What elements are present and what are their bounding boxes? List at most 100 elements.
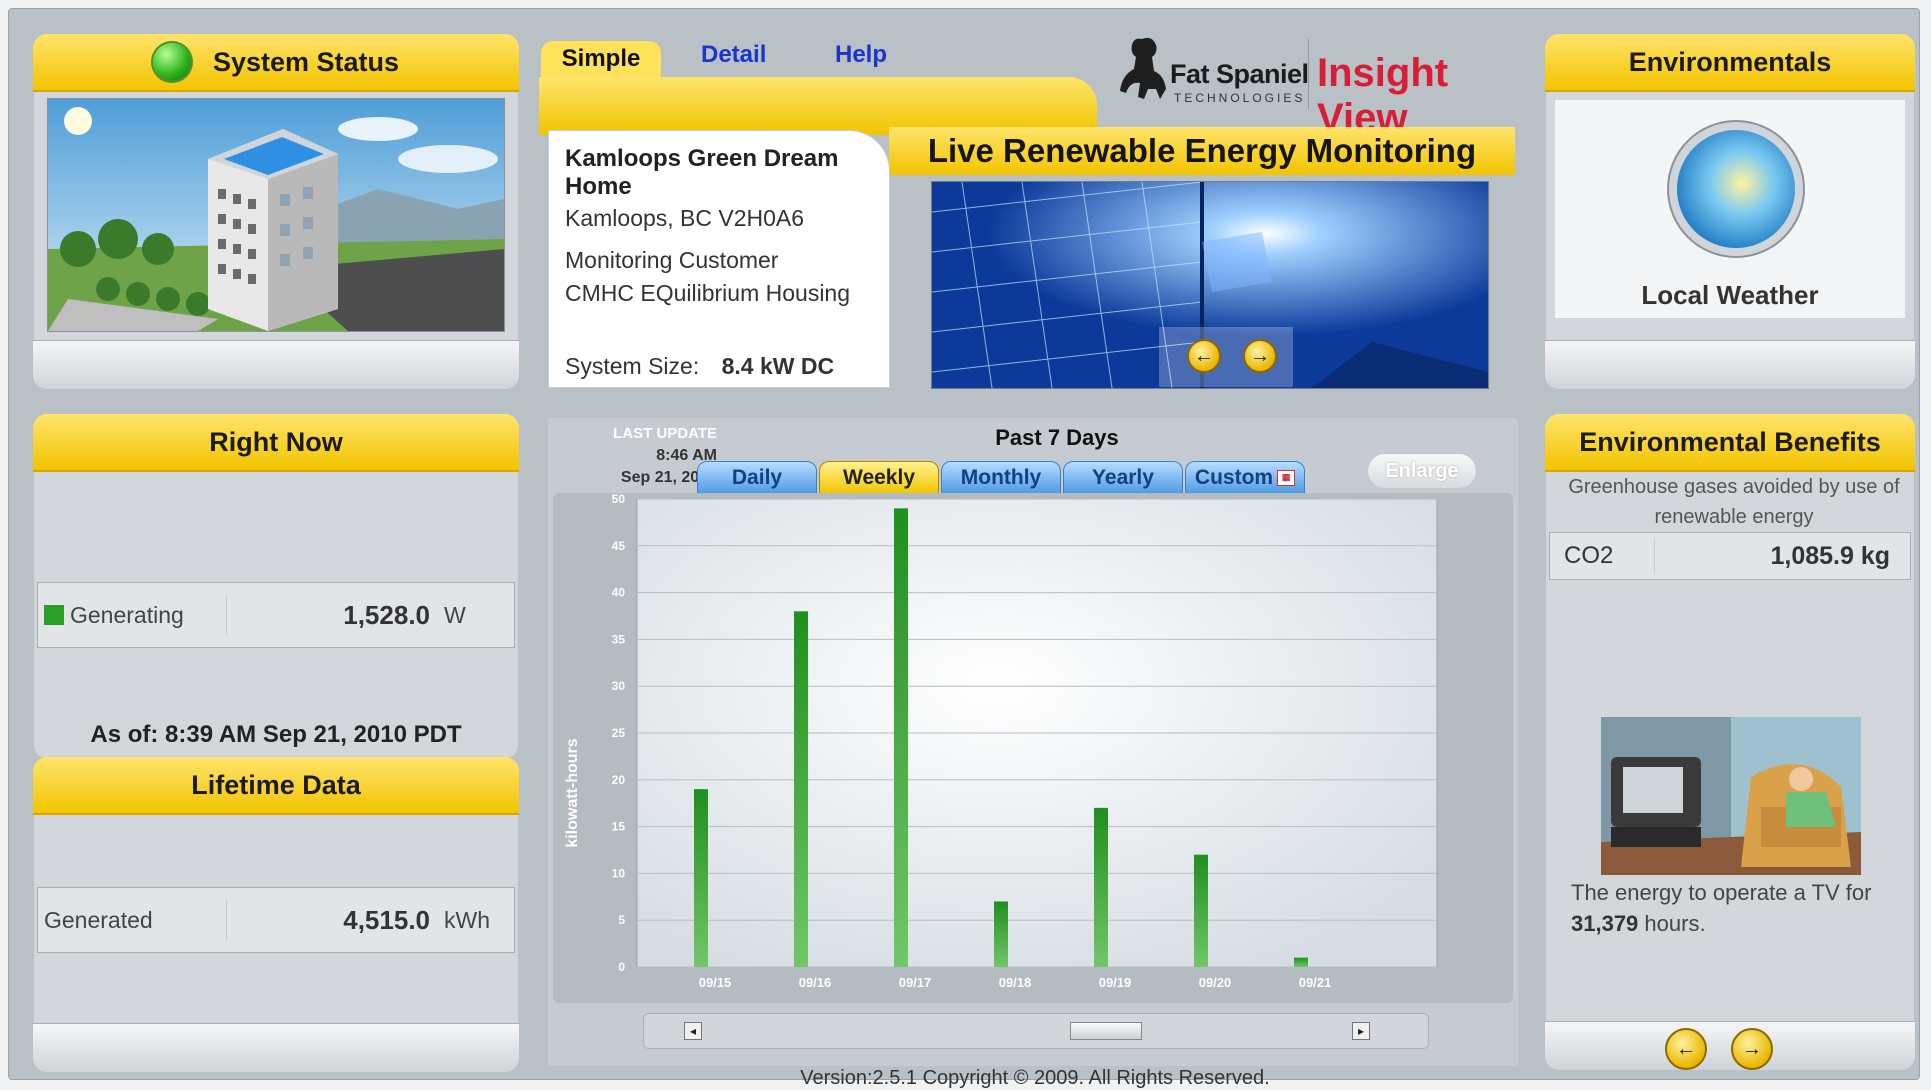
last-update-time: 8:46 AM — [656, 447, 717, 464]
tv-text-post: hours. — [1644, 911, 1706, 936]
benefits-description: Greenhouse gases avoided by use of renew… — [1568, 476, 1900, 528]
tagline-bar: Live Renewable Energy Monitoring — [889, 127, 1515, 175]
calendar-icon: ▦ — [1277, 470, 1296, 486]
bar — [694, 789, 708, 967]
benefits-next-button[interactable]: → — [1731, 1028, 1773, 1070]
generated-label: Generated — [38, 900, 227, 940]
environmentals-panel: Environmentals Local Weather — [1545, 34, 1915, 389]
system-status-footer — [33, 340, 519, 389]
arrow-left-icon: ← — [1676, 1037, 1696, 1060]
system-status-header: System Status — [33, 34, 519, 92]
x-tick-label: 09/16 — [799, 975, 832, 990]
image-next-button[interactable]: → — [1243, 339, 1277, 373]
image-nav: ← → — [1159, 327, 1293, 387]
tv-illustration — [1601, 717, 1861, 875]
x-tick-label: 09/18 — [999, 975, 1032, 990]
generating-row: Generating 1,528.0 W — [37, 582, 515, 648]
generating-legend-swatch — [44, 605, 64, 625]
benefits-prev-button[interactable]: ← — [1665, 1028, 1707, 1070]
chart-tab-weekly[interactable]: Weekly — [819, 461, 939, 495]
y-tick-label: 35 — [612, 632, 626, 646]
generating-value: 1,528.0 — [343, 599, 430, 630]
generating-label: Generating — [70, 601, 184, 628]
tv-hours: 31,379 — [1571, 911, 1639, 936]
y-tick-label: 0 — [618, 960, 625, 974]
generated-row: Generated 4,515.0 kWh — [37, 887, 515, 953]
generating-label-cell: Generating — [38, 595, 227, 635]
energy-chart-panel: LAST UPDATE 8:46 AM Sep 21, 2010 Past 7 … — [547, 417, 1519, 1067]
image-prev-button[interactable]: ← — [1187, 339, 1221, 373]
chart-frame: 0 5 10 15 20 25 30 35 40 45 50 09/15 09/16 09/17 09/1… — [553, 493, 1513, 1003]
chart-tab-yearly[interactable]: Yearly — [1063, 461, 1183, 495]
arrow-right-icon: → — [1742, 1037, 1762, 1060]
version-footer: Version:2.5.1 Copyright © 2009. All Righ… — [800, 1067, 1270, 1089]
scroll-left-button[interactable]: ◂ — [684, 1022, 702, 1040]
environmentals-footer — [1545, 340, 1915, 389]
chart-tab-daily[interactable]: Daily — [697, 461, 817, 495]
y-axis-label: kilowatt-hours — [564, 738, 581, 847]
chart-tab-custom[interactable]: Custom ▦ — [1185, 461, 1305, 495]
tab-detail[interactable]: Detail — [701, 41, 766, 69]
bar — [994, 901, 1008, 967]
lifetime-data-panel: Lifetime Data Generated 4,515.0 kWh — [33, 757, 519, 1072]
main-tabs: Simple Detail Help — [539, 39, 1099, 79]
local-weather-label: Local Weather — [1641, 280, 1819, 310]
local-weather-widget[interactable]: Local Weather — [1555, 100, 1905, 318]
bar — [1194, 854, 1208, 967]
bar — [1094, 807, 1108, 967]
as-of-timestamp: As of: 8:39 AM Sep 21, 2010 PDT — [90, 721, 462, 748]
status-ok-icon — [152, 43, 191, 81]
brand-logo: Fat Spaniel TECHNOLOGIES Insight View — [1112, 29, 1532, 140]
y-tick-label: 25 — [612, 726, 626, 740]
environmentals-title: Environmentals — [1628, 46, 1832, 77]
scroll-right-button[interactable]: ▸ — [1352, 1022, 1370, 1040]
tagline: Live Renewable Energy Monitoring — [927, 132, 1477, 169]
y-tick-label: 40 — [612, 586, 626, 600]
bar — [894, 508, 908, 967]
site-info-card: Kamloops Green Dream Home Kamloops, BC V… — [549, 131, 889, 387]
chart-tab-monthly[interactable]: Monthly — [941, 461, 1061, 495]
y-tick-label: 30 — [612, 679, 626, 693]
chart-scrollbar[interactable]: ◂ ▸ — [643, 1013, 1429, 1049]
benefits-title: Environmental Benefits — [1579, 426, 1881, 457]
weather-globe-icon — [1677, 130, 1795, 248]
spaniel-dog-icon — [1120, 37, 1166, 99]
system-size-label: System Size: — [565, 353, 700, 379]
system-size-value: 8.4 kW DC — [721, 353, 835, 379]
scroll-left-icon: ◂ — [689, 1024, 697, 1038]
x-tick-label: 09/19 — [1099, 975, 1132, 990]
logo-divider — [1308, 39, 1309, 109]
arrow-left-icon: ← — [1194, 344, 1214, 367]
co2-label: CO2 — [1550, 539, 1655, 573]
lifetime-footer — [33, 1023, 519, 1072]
generated-value: 4,515.0 — [343, 904, 430, 935]
co2-row: CO2 1,085.9 kg — [1549, 532, 1911, 580]
site-name: Kamloops Green Dream Home — [565, 145, 839, 200]
environmental-benefits-panel: Environmental Benefits Greenhouse gases … — [1545, 414, 1915, 1070]
tv-equivalent-text: The energy to operate a TV for 31,379 ho… — [1571, 877, 1891, 939]
right-now-title: Right Now — [209, 426, 343, 457]
bar-chart: 0 5 10 15 20 25 30 35 40 45 50 09/15 09/16 09/17 09/1… — [564, 493, 1438, 990]
right-now-panel: Right Now Generating 1,528.0 W As of: 8:… — [33, 414, 519, 759]
right-now-header: Right Now — [33, 414, 519, 472]
x-tick-label: 09/20 — [1199, 975, 1232, 990]
y-tick-label: 45 — [612, 539, 626, 553]
y-tick-label: 15 — [612, 820, 626, 834]
customer-label: Monitoring Customer — [565, 247, 779, 273]
scroll-thumb[interactable] — [1070, 1022, 1142, 1040]
benefits-footer: ← → — [1545, 1021, 1915, 1070]
chart-tab-custom-label: Custom — [1194, 466, 1274, 489]
tv-text-pre: The energy to operate a TV for — [1571, 880, 1872, 905]
last-update-label: LAST UPDATE — [613, 425, 717, 442]
enlarge-button[interactable]: Enlarge — [1367, 453, 1477, 489]
tab-help[interactable]: Help — [835, 41, 887, 69]
bar — [794, 611, 808, 967]
system-status-panel: System Status — [33, 34, 519, 389]
tab-simple[interactable]: Simple — [541, 41, 661, 77]
y-tick-label: 20 — [612, 773, 626, 787]
arrow-right-icon: → — [1250, 344, 1270, 367]
customer-name: CMHC EQuilibrium Housing — [565, 280, 851, 306]
lifetime-title: Lifetime Data — [191, 769, 361, 800]
system-status-title: System Status — [212, 46, 400, 77]
y-tick-label: 5 — [618, 913, 625, 927]
